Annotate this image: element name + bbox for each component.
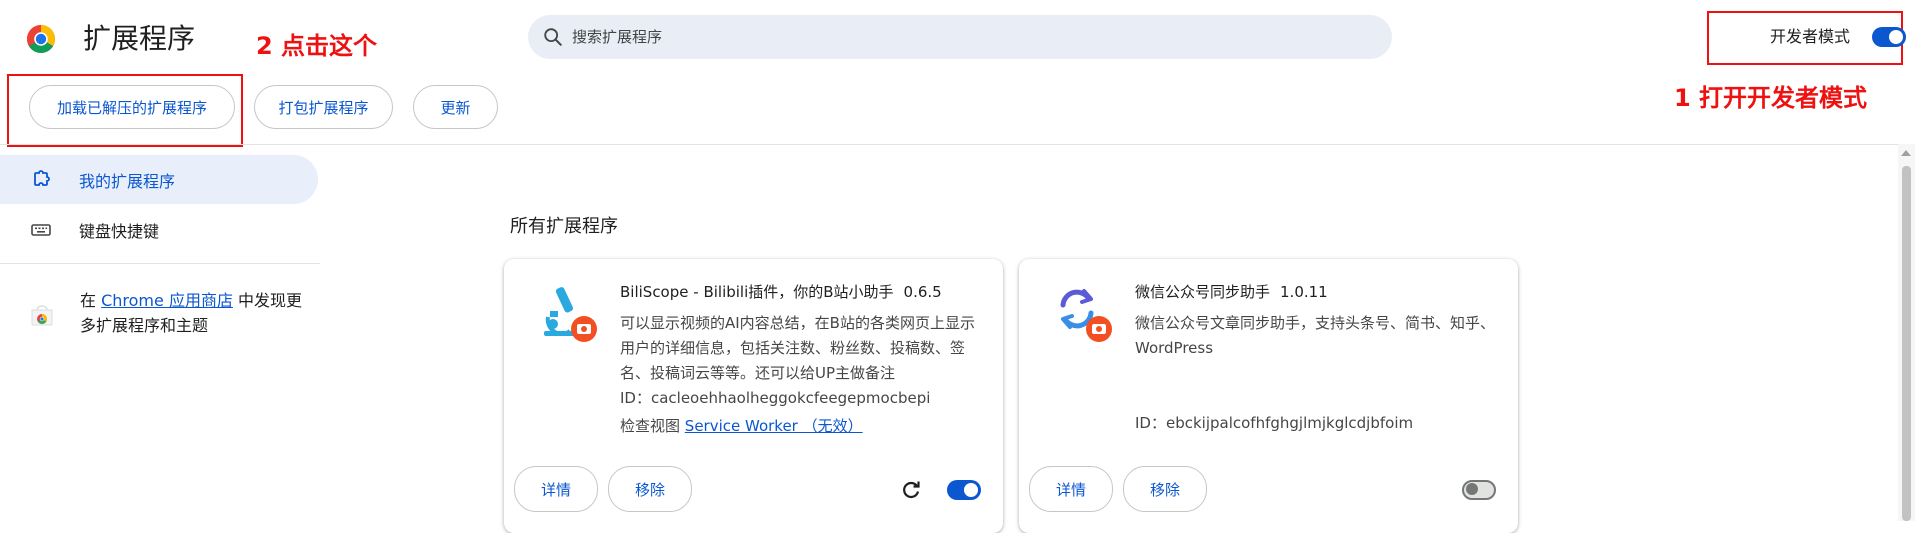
chrome-logo-icon: [26, 24, 56, 54]
update-button[interactable]: 更新: [413, 85, 498, 129]
search-input[interactable]: [572, 28, 1352, 46]
search-bar[interactable]: [528, 15, 1392, 59]
annotation-step-2: 2 点击这个: [256, 32, 378, 60]
extension-description: 微信公众号文章同步助手，支持头条号、简书、知乎、WordPress: [1135, 314, 1496, 357]
annotation-step-1: 1 打开开发者模式: [1674, 84, 1868, 112]
chrome-web-store-icon: [31, 305, 53, 326]
remove-button[interactable]: 移除: [1123, 466, 1207, 512]
chrome-web-store-link[interactable]: Chrome 应用商店: [101, 291, 233, 310]
details-button[interactable]: 详情: [1029, 466, 1113, 512]
extension-description: 可以显示视频的AI内容总结，在B站的各类网页上显示用户的详细信息，包括关注数、粉…: [620, 314, 975, 382]
extension-version: 0.6.5: [903, 283, 942, 301]
extension-id: ID：cacleoehhaolheggokcfeegepmocbepi: [620, 389, 931, 407]
search-icon: [544, 28, 562, 46]
extension-card-wechat-sync: 微信公众号同步助手 1.0.11 微信公众号文章同步助手，支持头条号、简书、知乎、…: [1019, 259, 1518, 533]
extension-card-biliscope: BiliScope - Bilibili插件，你的B站小助手 0.6.5 可以显示…: [504, 259, 1003, 533]
pack-extension-button[interactable]: 打包扩展程序: [254, 85, 393, 129]
sidebar-item-label: 键盘快捷键: [79, 221, 160, 241]
scroll-up-arrow-icon[interactable]: [1901, 150, 1911, 156]
extension-name: BiliScope - Bilibili插件，你的B站小助手: [620, 283, 894, 301]
remove-button[interactable]: 移除: [608, 466, 692, 512]
extension-version: 1.0.11: [1280, 283, 1328, 301]
dev-mode-toggle[interactable]: [1872, 27, 1906, 47]
keyboard-icon: [31, 223, 51, 236]
sidebar-item-label: 我的扩展程序: [79, 171, 176, 191]
details-button[interactable]: 详情: [514, 466, 598, 512]
page-title: 扩展程序: [83, 22, 196, 55]
extension-puzzle-icon: [34, 169, 50, 186]
extension-name: 微信公众号同步助手: [1135, 283, 1271, 301]
section-title: 所有扩展程序: [510, 216, 618, 237]
store-prefix: 在: [80, 291, 102, 310]
extension-id: ID：ebckijpalcofhfghgjlmjkglcdjbfoim: [1135, 414, 1414, 432]
wechat-sync-icon: [1060, 289, 1112, 342]
inspect-views-label: 检查视图: [620, 417, 681, 435]
extension-enable-toggle[interactable]: [947, 480, 981, 500]
sidebar-item-my-extensions[interactable]: 我的扩展程序: [29, 155, 175, 204]
reload-icon[interactable]: [899, 478, 923, 502]
sidebar-divider: [0, 263, 320, 264]
header-divider: [0, 144, 1898, 145]
scrollbar-thumb[interactable]: [1902, 166, 1911, 521]
extension-enable-toggle[interactable]: [1462, 480, 1496, 500]
biliscope-microscope-icon: [544, 287, 597, 342]
service-worker-link[interactable]: Service Worker （无效）: [685, 417, 863, 435]
web-store-promo: 在 Chrome 应用商店 中发现更多扩展程序和主题: [29, 288, 310, 338]
annotation-highlight-load-unpacked: [7, 74, 243, 147]
dev-mode-label: 开发者模式: [1770, 27, 1851, 46]
sidebar-item-keyboard-shortcuts[interactable]: 键盘快捷键: [29, 205, 159, 254]
